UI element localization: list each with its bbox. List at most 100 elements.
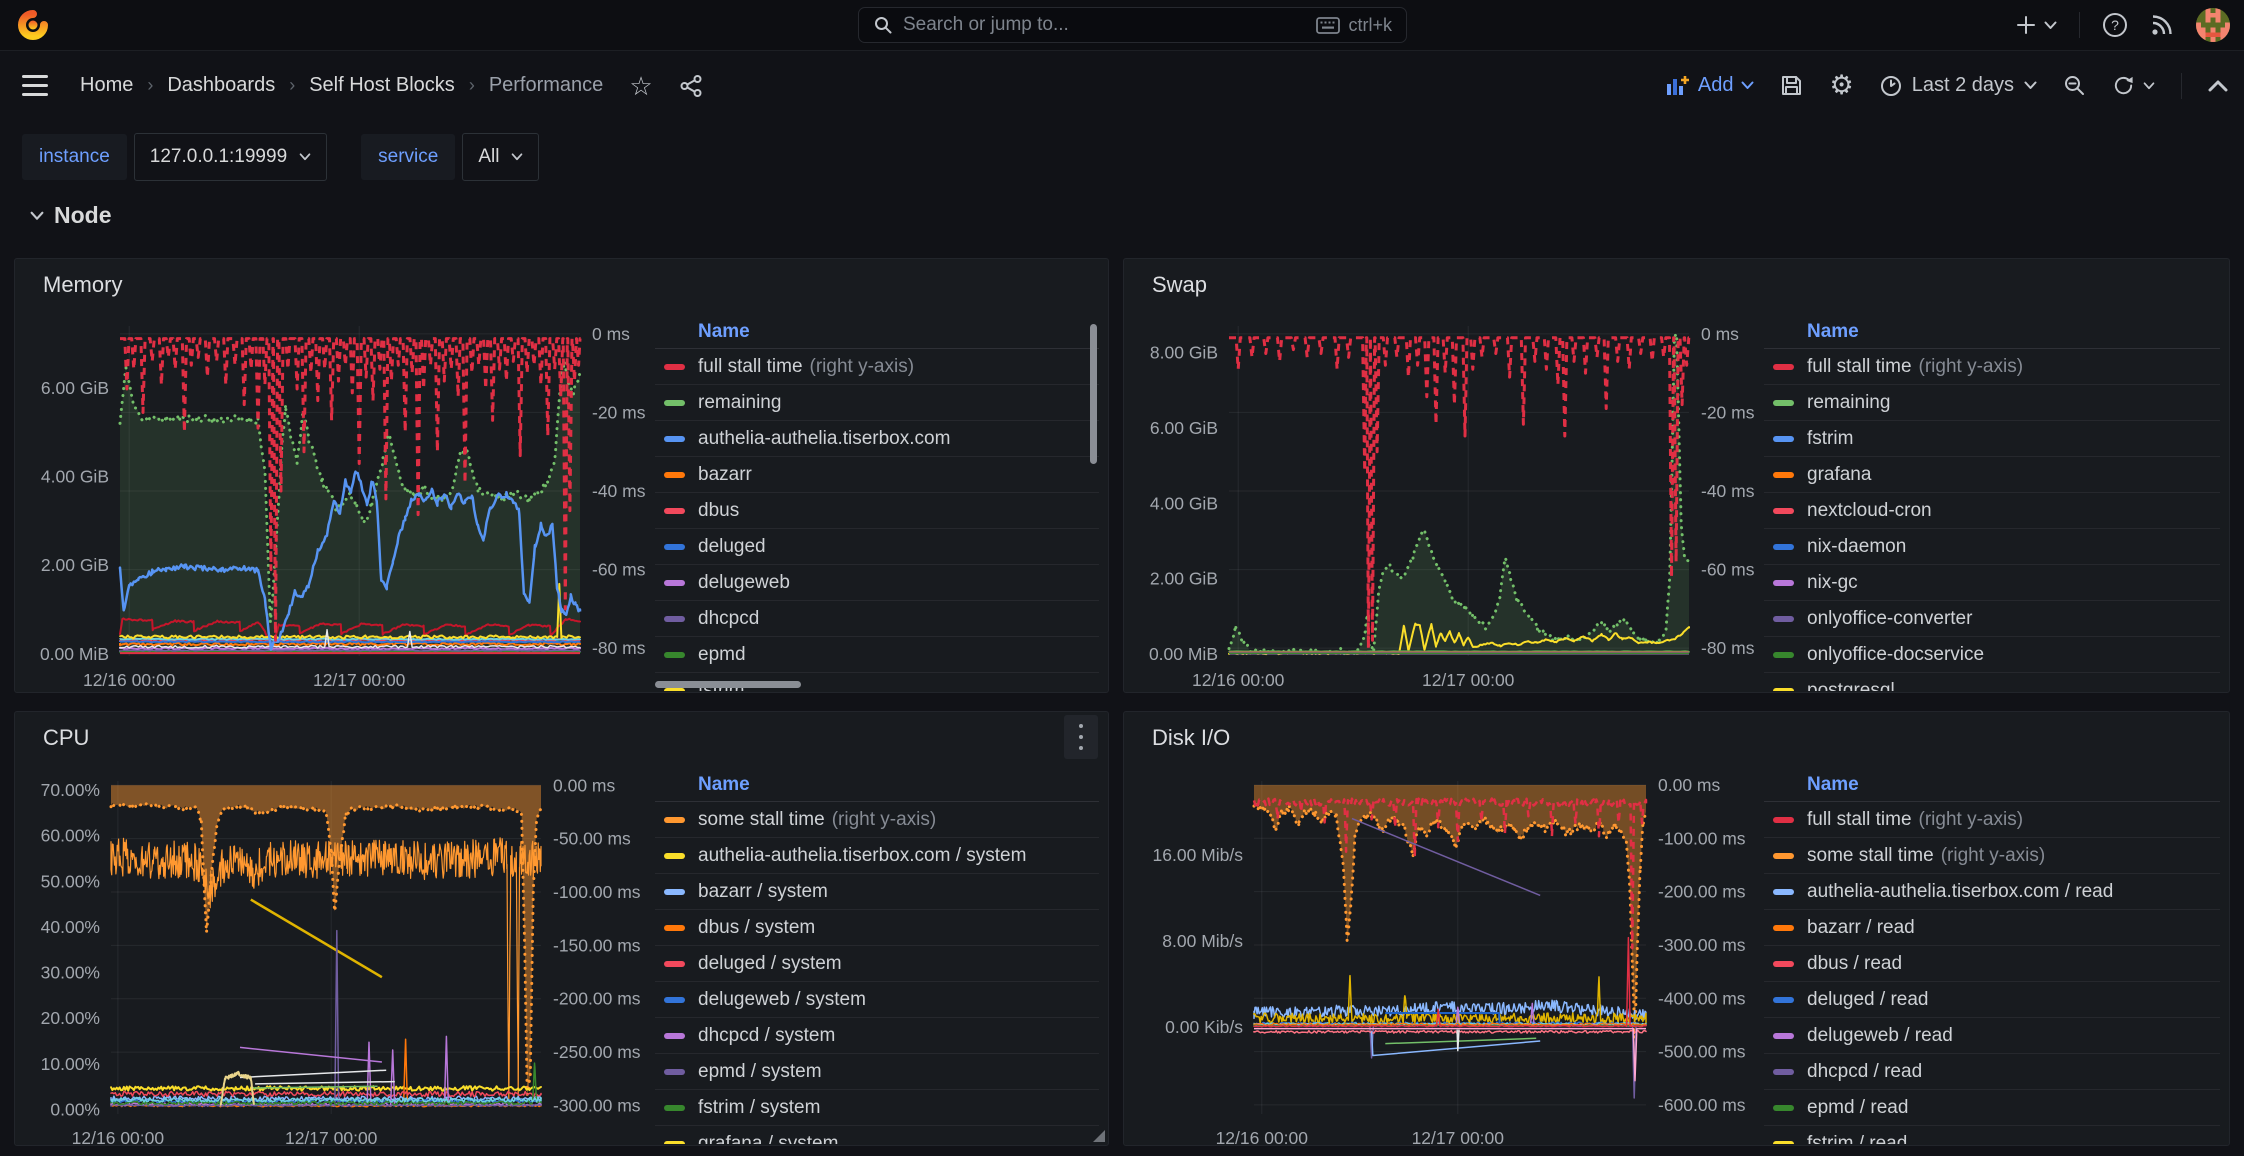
legend-row[interactable]: authelia-authelia.tiserbox.com / read [1764,874,2220,910]
legend-scrollbar-vertical[interactable] [1090,324,1097,464]
legend-row[interactable]: postgresql [1764,673,2220,691]
legend-row[interactable]: dbus / read [1764,946,2220,982]
legend-row[interactable]: some stall time(right y-axis) [655,802,1099,838]
series-color-swatch[interactable] [664,1105,685,1111]
search-input[interactable]: Search or jump to... ctrl+k [858,7,1407,43]
legend-row[interactable]: full stall time(right y-axis) [1764,802,2220,838]
legend-row[interactable]: remaining [655,385,1099,421]
series-color-swatch[interactable] [1773,925,1794,931]
favorite-star-button[interactable]: ☆ [629,73,652,99]
series-color-swatch[interactable] [1773,508,1794,514]
legend-row[interactable]: delugeweb / read [1764,1018,2220,1054]
series-color-swatch[interactable] [1773,652,1794,658]
breadcrumb-item[interactable]: Dashboards [167,74,275,97]
panel-title[interactable]: Swap [1152,272,1207,298]
new-button[interactable] [2015,14,2057,36]
series-color-swatch[interactable] [1773,961,1794,967]
legend-row[interactable]: epmd / system [655,1054,1099,1090]
legend-row[interactable]: bazarr / read [1764,910,2220,946]
series-color-swatch[interactable] [1773,544,1794,550]
series-color-swatch[interactable] [1773,853,1794,859]
refresh-button[interactable] [2112,74,2135,97]
series-color-swatch[interactable] [664,853,685,859]
panel-title[interactable]: CPU [43,725,89,751]
chevron-down-icon[interactable] [2143,82,2155,90]
legend-row[interactable]: delugeweb / system [655,982,1099,1018]
panel-menu-button[interactable] [1064,715,1098,759]
legend-row[interactable]: nix-gc [1764,565,2220,601]
series-color-swatch[interactable] [664,616,685,622]
series-color-swatch[interactable] [1773,1033,1794,1039]
legend-row[interactable]: dbus [655,493,1099,529]
series-color-swatch[interactable] [1773,580,1794,586]
menu-toggle-button[interactable] [22,75,48,96]
breadcrumb-item[interactable]: Home [80,74,133,97]
legend-row[interactable]: some stall time(right y-axis) [1764,838,2220,874]
series-color-swatch[interactable] [664,652,685,658]
series-color-swatch[interactable] [664,364,685,370]
dashboard-settings-button[interactable]: ⚙ [1829,70,1853,101]
legend-row[interactable]: deluged / read [1764,982,2220,1018]
legend-row[interactable]: bazarr / system [655,874,1099,910]
variable-picker-instance[interactable]: 127.0.0.1:19999 [134,133,327,181]
share-icon[interactable] [679,74,703,98]
series-color-swatch[interactable] [1773,436,1794,442]
legend-row[interactable]: dhcpcd [655,601,1099,637]
series-color-swatch[interactable] [664,688,685,692]
panel-resize-handle[interactable] [1093,1130,1105,1142]
time-range-picker[interactable]: Last 2 days [1880,74,2037,97]
legend-row[interactable]: delugeweb [655,565,1099,601]
series-color-swatch[interactable] [664,961,685,967]
series-color-swatch[interactable] [664,997,685,1003]
series-color-swatch[interactable] [1773,616,1794,622]
legend-row[interactable]: nextcloud-cron [1764,493,2220,529]
series-color-swatch[interactable] [664,472,685,478]
series-color-swatch[interactable] [664,817,685,823]
series-color-swatch[interactable] [1773,817,1794,823]
series-color-swatch[interactable] [1773,472,1794,478]
series-color-swatch[interactable] [1773,997,1794,1003]
time-series-chart[interactable]: 0.00 MiB2.00 GiB4.00 GiB6.00 GiB0 ms-20 … [15,309,665,694]
legend-row[interactable]: nix-daemon [1764,529,2220,565]
legend-row[interactable]: authelia-authelia.tiserbox.com [655,421,1099,457]
panel-title[interactable]: Disk I/O [1152,725,1230,751]
variable-picker-service[interactable]: All [462,133,539,181]
legend-name-header[interactable]: Name [698,774,750,796]
series-color-swatch[interactable] [664,544,685,550]
series-color-swatch[interactable] [664,580,685,586]
legend-name-header[interactable]: Name [1807,774,1859,796]
series-color-swatch[interactable] [664,436,685,442]
series-color-swatch[interactable] [664,508,685,514]
legend-row[interactable]: grafana [1764,457,2220,493]
save-dashboard-button[interactable] [1780,74,1803,97]
help-button[interactable]: ? [2102,12,2128,38]
legend-row[interactable]: full stall time(right y-axis) [655,349,1099,385]
legend-row[interactable]: bazarr [655,457,1099,493]
news-rss-button[interactable] [2150,13,2174,37]
breadcrumb-item[interactable]: Performance [489,74,604,97]
time-series-chart[interactable]: 0.00%10.00%20.00%30.00%40.00%50.00%60.00… [15,762,665,1147]
series-color-swatch[interactable] [664,400,685,406]
series-color-swatch[interactable] [1773,1069,1794,1075]
legend-row[interactable]: deluged [655,529,1099,565]
series-color-swatch[interactable] [1773,1105,1794,1111]
legend-row[interactable]: remaining [1764,385,2220,421]
series-color-swatch[interactable] [664,925,685,931]
legend-row[interactable]: deluged / system [655,946,1099,982]
legend-row[interactable]: dhcpcd / read [1764,1054,2220,1090]
legend-row[interactable]: fstrim / system [655,1090,1099,1126]
collapse-toolbar-button[interactable] [2208,80,2228,92]
series-color-swatch[interactable] [664,1069,685,1075]
legend-row[interactable]: dbus / system [655,910,1099,946]
zoom-out-time-button[interactable] [2063,74,2086,97]
legend-row[interactable]: grafana / system [655,1126,1099,1144]
legend-scrollbar-horizontal[interactable] [655,681,801,688]
variable-label-instance[interactable]: instance [22,134,127,180]
legend-row[interactable]: onlyoffice-converter [1764,601,2220,637]
variable-label-service[interactable]: service [361,134,455,180]
time-series-chart[interactable]: 0.00 Kib/s8.00 Mib/s16.00 Mib/s0.00 ms-1… [1124,762,1774,1147]
legend-row[interactable]: fstrim [1764,421,2220,457]
user-avatar[interactable] [2196,8,2230,42]
series-color-swatch[interactable] [1773,400,1794,406]
series-color-swatch[interactable] [664,1141,685,1145]
